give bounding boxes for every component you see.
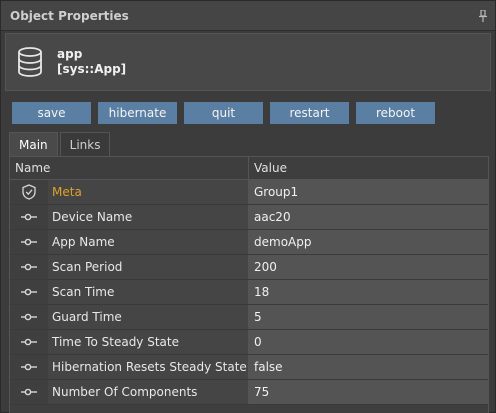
- property-name: Guard Time: [48, 305, 249, 329]
- action-button-row: save hibernate quit restart reboot: [12, 102, 442, 124]
- object-properties-panel: Object Properties app [sys::App] save hi…: [0, 0, 496, 413]
- property-value[interactable]: demoApp: [249, 230, 488, 254]
- property-icon: [21, 288, 37, 296]
- property-icon: [21, 313, 37, 321]
- object-header-text: app [sys::App]: [57, 47, 126, 77]
- property-name: Scan Time: [48, 280, 249, 304]
- property-name: App Name: [48, 230, 249, 254]
- tab-links[interactable]: Links: [59, 132, 111, 156]
- shield-icon: [22, 184, 36, 200]
- property-name: Device Name: [48, 205, 249, 229]
- property-value[interactable]: 75: [249, 380, 488, 404]
- property-grid: Name Value Meta Group1 Device Name aac20: [9, 156, 489, 413]
- panel-title: Object Properties: [10, 8, 129, 23]
- property-icon: [21, 213, 37, 221]
- name-column-header[interactable]: Name: [10, 157, 249, 179]
- table-row[interactable]: Number Of Components 75: [10, 380, 488, 405]
- reboot-button[interactable]: reboot: [356, 102, 435, 124]
- hibernate-button[interactable]: hibernate: [98, 102, 177, 124]
- panel-titlebar: Object Properties: [1, 1, 495, 31]
- object-header: app [sys::App]: [5, 33, 491, 91]
- property-value[interactable]: 5: [249, 305, 488, 329]
- property-name: Scan Period: [48, 255, 249, 279]
- object-type: [sys::App]: [57, 62, 127, 76]
- table-row[interactable]: Scan Period 200: [10, 255, 488, 280]
- property-icon: [21, 388, 37, 396]
- table-row[interactable]: Scan Time 18: [10, 280, 488, 305]
- restart-button[interactable]: restart: [270, 102, 349, 124]
- property-name: Time To Steady State: [48, 330, 249, 354]
- property-name: Number Of Components: [48, 380, 249, 404]
- table-row[interactable]: Time To Steady State 0: [10, 330, 488, 355]
- property-icon: [21, 363, 37, 371]
- quit-button[interactable]: quit: [184, 102, 263, 124]
- table-row[interactable]: App Name demoApp: [10, 230, 488, 255]
- grid-header: Name Value: [10, 157, 488, 180]
- pin-icon[interactable]: [478, 10, 488, 22]
- table-row[interactable]: Meta Group1: [10, 180, 488, 205]
- save-button[interactable]: save: [12, 102, 91, 124]
- value-column-header[interactable]: Value: [249, 157, 488, 179]
- tab-main[interactable]: Main: [9, 132, 58, 156]
- property-icon: [21, 238, 37, 246]
- property-icon: [21, 263, 37, 271]
- property-icon: [21, 338, 37, 346]
- tab-bar: Main Links: [9, 132, 112, 156]
- table-row[interactable]: Device Name aac20: [10, 205, 488, 230]
- property-value[interactable]: 18: [249, 280, 488, 304]
- database-icon: [18, 47, 42, 77]
- object-name: app: [57, 47, 83, 61]
- table-row[interactable]: Guard Time 5: [10, 305, 488, 330]
- property-value[interactable]: false: [249, 355, 488, 379]
- property-value[interactable]: aac20: [249, 205, 488, 229]
- property-name: Hibernation Resets Steady State: [48, 355, 249, 379]
- property-value[interactable]: 200: [249, 255, 488, 279]
- table-row[interactable]: Hibernation Resets Steady State false: [10, 355, 488, 380]
- property-value[interactable]: 0: [249, 330, 488, 354]
- property-name: Meta: [48, 180, 249, 204]
- property-value[interactable]: Group1: [249, 180, 488, 204]
